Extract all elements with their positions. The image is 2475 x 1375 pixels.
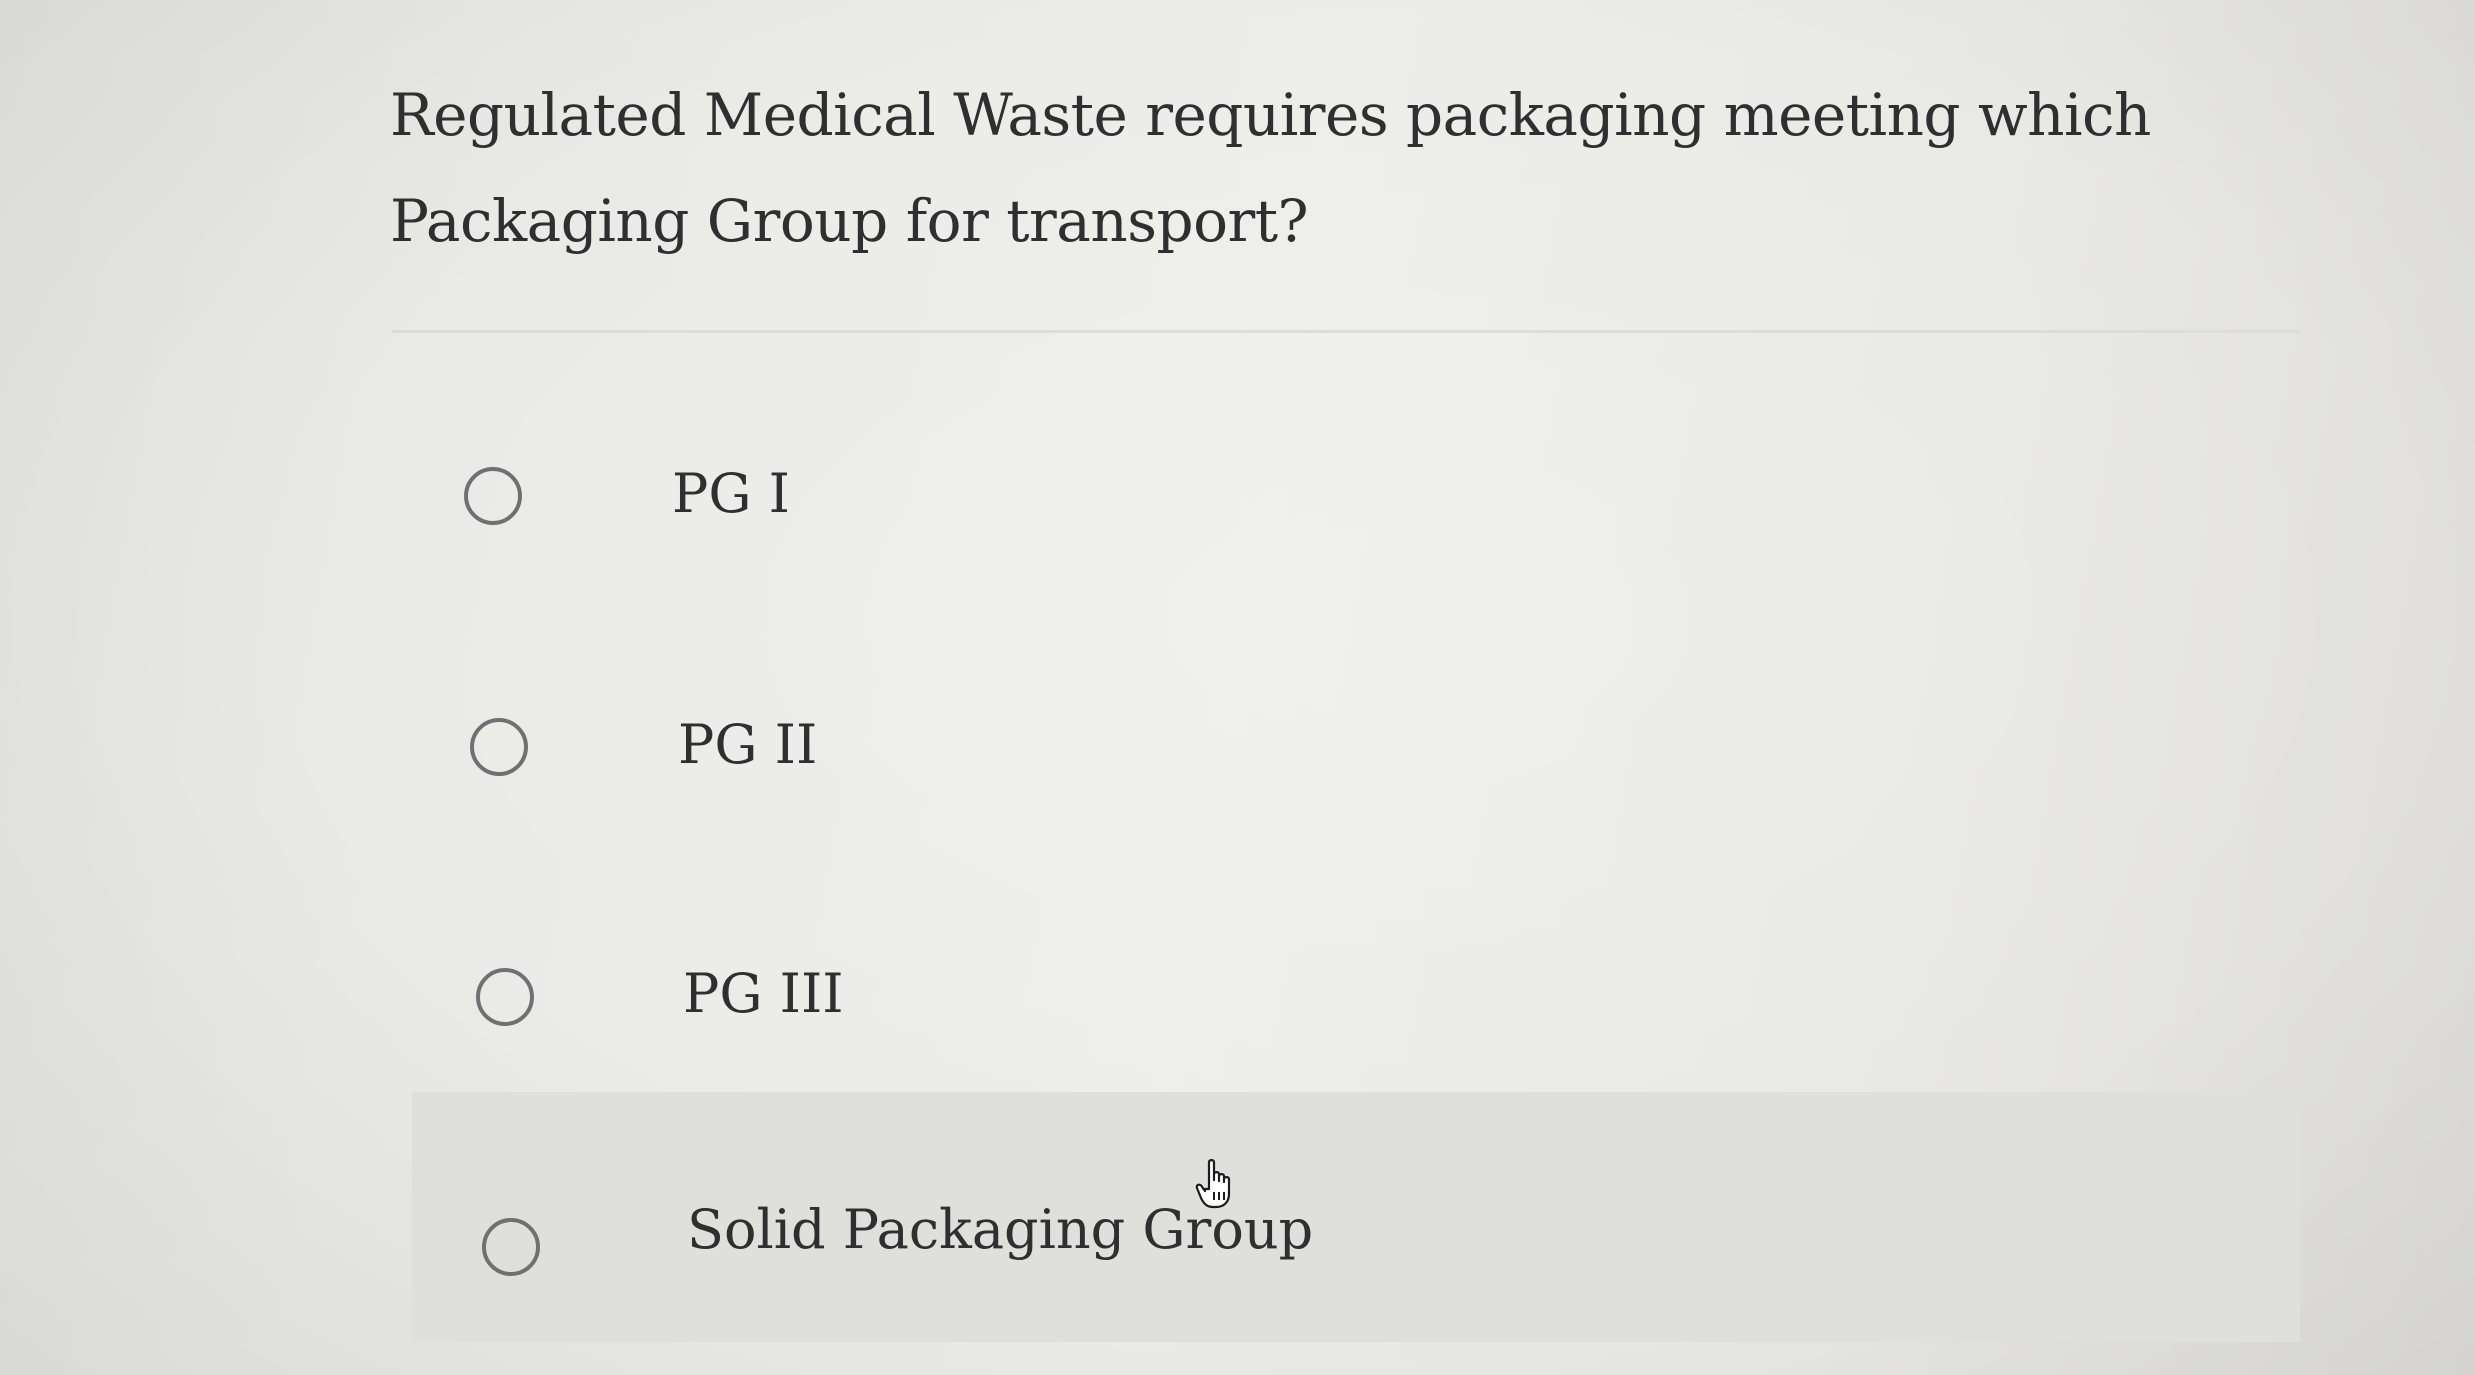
radio-button-pg-1[interactable] xyxy=(464,467,522,525)
hand-pointer-icon xyxy=(1195,1159,1231,1209)
option-solid-packaging-group[interactable]: Solid Packaging Group xyxy=(412,1092,2300,1342)
radio-button-pg-2[interactable] xyxy=(470,718,528,776)
option-pg-3[interactable]: PG III xyxy=(400,898,2300,1098)
question-text: Regulated Medical Waste requires packagi… xyxy=(390,81,2151,255)
option-pg-1[interactable]: PG I xyxy=(400,400,2300,600)
option-pg-2[interactable]: PG II xyxy=(400,650,2300,850)
radio-button-pg-3[interactable] xyxy=(476,968,534,1026)
option-label-pg-2: PG II xyxy=(678,713,818,776)
question-divider xyxy=(392,330,2300,333)
option-label-pg-3: PG III xyxy=(683,962,844,1025)
radio-button-solid-packaging-group[interactable] xyxy=(482,1218,540,1276)
option-label-pg-1: PG I xyxy=(672,462,790,525)
